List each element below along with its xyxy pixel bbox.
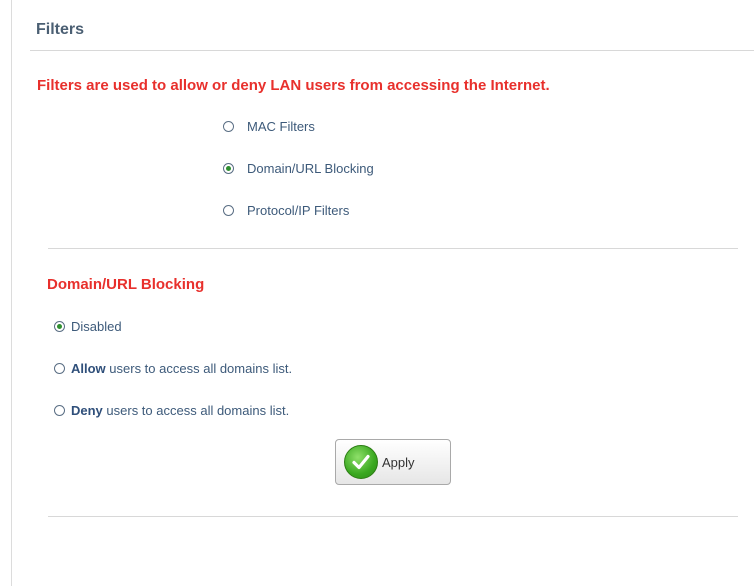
title-divider bbox=[30, 50, 754, 51]
blocking-option-label: users to access all domains list. bbox=[102, 403, 290, 418]
blocking-option-label: users to access all domains list. bbox=[105, 361, 293, 376]
section-title: Domain/URL Blocking bbox=[47, 276, 205, 293]
section-divider bbox=[48, 248, 738, 249]
filter-option-label: Protocol/IP Filters bbox=[247, 203, 350, 218]
filter-option-label: Domain/URL Blocking bbox=[247, 161, 374, 176]
blocking-option-disabled[interactable]: Disabled bbox=[54, 319, 122, 334]
filter-option-protocol-ip[interactable]: Protocol/IP Filters bbox=[223, 203, 349, 218]
blocking-option-deny[interactable]: Deny users to access all domains list. bbox=[54, 403, 289, 418]
filter-option-label: MAC Filters bbox=[247, 119, 315, 134]
left-border bbox=[11, 0, 12, 586]
blocking-option-label: Disabled bbox=[71, 319, 122, 334]
radio-mac-filters[interactable] bbox=[223, 121, 234, 132]
radio-protocol-ip-filters[interactable] bbox=[223, 205, 234, 216]
filter-option-mac[interactable]: MAC Filters bbox=[223, 119, 315, 134]
apply-button[interactable]: Apply bbox=[335, 439, 451, 485]
blocking-option-keyword: Allow bbox=[71, 361, 106, 376]
radio-allow[interactable] bbox=[54, 363, 65, 374]
blocking-option-allow[interactable]: Allow users to access all domains list. bbox=[54, 361, 292, 376]
radio-deny[interactable] bbox=[54, 405, 65, 416]
page-title: Filters bbox=[36, 21, 85, 38]
apply-label: Apply bbox=[382, 454, 415, 470]
check-icon bbox=[344, 445, 378, 479]
radio-disabled[interactable] bbox=[54, 321, 65, 332]
bottom-divider bbox=[48, 516, 738, 517]
filters-description: Filters are used to allow or deny LAN us… bbox=[37, 77, 550, 94]
filter-option-domain-url[interactable]: Domain/URL Blocking bbox=[223, 161, 374, 176]
radio-domain-url-blocking[interactable] bbox=[223, 163, 234, 174]
blocking-option-keyword: Deny bbox=[71, 403, 103, 418]
